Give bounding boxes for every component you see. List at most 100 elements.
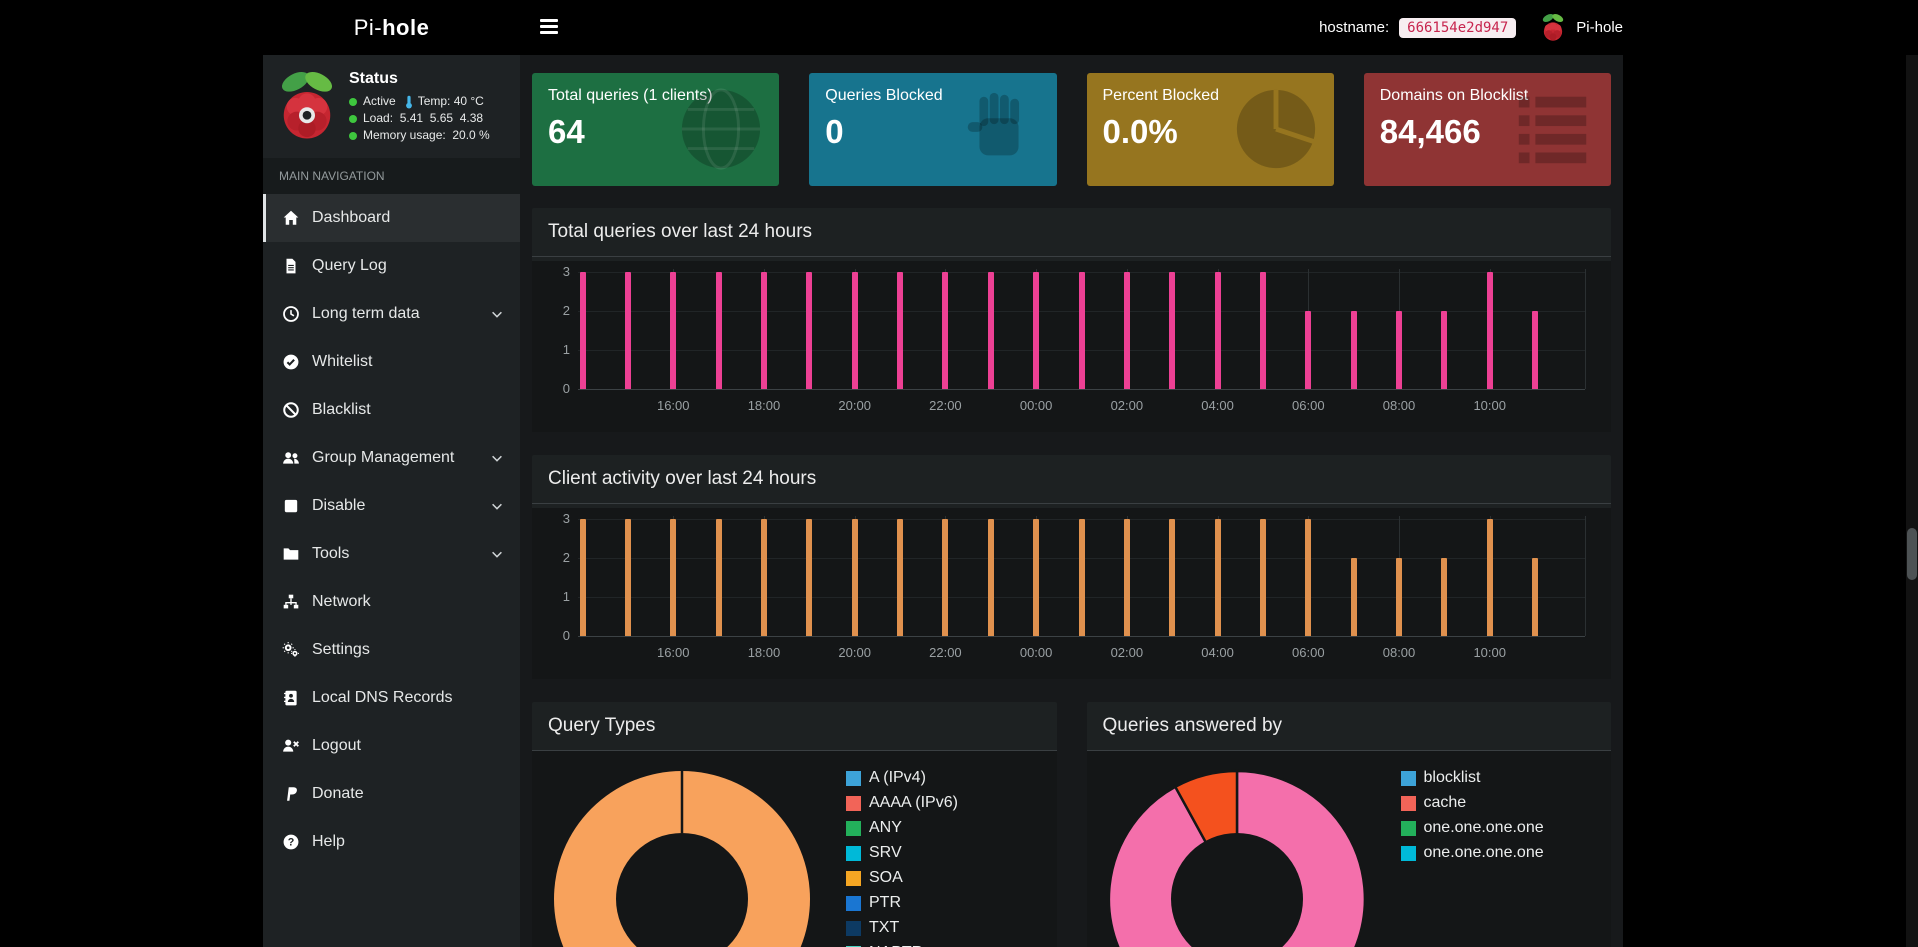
bar[interactable]: [716, 272, 722, 389]
sidebar-item-logout[interactable]: Logout: [263, 722, 520, 770]
bar[interactable]: [1396, 311, 1402, 389]
sidebar-toggle-button[interactable]: [538, 17, 560, 37]
bar[interactable]: [716, 519, 722, 636]
legend-item[interactable]: PTR: [846, 894, 958, 912]
sidebar-item-whitelist[interactable]: Whitelist: [263, 338, 520, 386]
bar[interactable]: [1260, 272, 1266, 389]
legend-item[interactable]: A (IPv4): [846, 769, 958, 787]
sidebar-item-disable[interactable]: Disable: [263, 482, 520, 530]
bar[interactable]: [1487, 519, 1493, 636]
panel-title: Queries answered by: [1103, 715, 1283, 737]
list-icon: [1509, 85, 1597, 173]
x-tick-label: 20:00: [829, 645, 881, 660]
sidebar-item-settings[interactable]: Settings: [263, 626, 520, 674]
legend-item[interactable]: ANY: [846, 819, 958, 837]
status-ok-dot: [349, 132, 357, 140]
scrollbar-thumb[interactable]: [1907, 528, 1917, 580]
bar[interactable]: [806, 519, 812, 636]
client-activity-chart[interactable]: 012316:0018:0020:0022:0000:0002:0004:000…: [548, 508, 1595, 668]
bar[interactable]: [1351, 558, 1357, 636]
bar[interactable]: [1441, 311, 1447, 389]
top-navbar: Pi-hole hostname: 666154e2d947 Pi-hole: [0, 0, 1918, 55]
bar[interactable]: [942, 519, 948, 636]
legend-item[interactable]: SRV: [846, 844, 958, 862]
bar[interactable]: [1215, 272, 1221, 389]
sidebar-item-donate[interactable]: Donate: [263, 770, 520, 818]
bar[interactable]: [1441, 558, 1447, 636]
question-circle-icon: ?: [282, 833, 300, 851]
legend-swatch: [846, 821, 861, 836]
legend-item[interactable]: one.one.one.one: [1401, 844, 1544, 862]
bar[interactable]: [761, 272, 767, 389]
bar[interactable]: [806, 272, 812, 389]
legend-label: TXT: [869, 919, 899, 937]
legend-item[interactable]: SOA: [846, 869, 958, 887]
panel-queries-answered-by: Queries answered by blocklist cache one.on…: [1087, 702, 1612, 947]
sidebar-item-label: Disable: [312, 497, 490, 515]
sidebar-item-query-log[interactable]: Query Log: [263, 242, 520, 290]
bar[interactable]: [1169, 272, 1175, 389]
legend-item[interactable]: cache: [1401, 794, 1544, 812]
bar[interactable]: [1487, 272, 1493, 389]
brand-text-pre: Pi-: [354, 15, 382, 40]
bar[interactable]: [1351, 311, 1357, 389]
bar[interactable]: [1079, 272, 1085, 389]
legend-item[interactable]: one.one.one.one: [1401, 819, 1544, 837]
sidebar-item-dashboard[interactable]: Dashboard: [263, 194, 520, 242]
bar[interactable]: [988, 272, 994, 389]
sidebar-item-local-dns-records[interactable]: Local DNS Records: [263, 674, 520, 722]
bar[interactable]: [1532, 558, 1538, 636]
sidebar-item-label: Whitelist: [312, 353, 504, 371]
legend-item[interactable]: blocklist: [1401, 769, 1544, 787]
bar[interactable]: [897, 519, 903, 636]
svg-text:?: ?: [288, 837, 295, 849]
bar[interactable]: [1033, 272, 1039, 389]
bar[interactable]: [625, 519, 631, 636]
sidebar-item-network[interactable]: Network: [263, 578, 520, 626]
sidebar-item-help[interactable]: ?Help: [263, 818, 520, 866]
sidebar-item-label: Dashboard: [312, 209, 504, 227]
bar[interactable]: [1124, 272, 1130, 389]
sidebar-item-label: Logout: [312, 737, 504, 755]
legend-item[interactable]: AAAA (IPv6): [846, 794, 958, 812]
query-types-donut-chart[interactable]: [542, 759, 822, 947]
ban-icon: [282, 401, 300, 419]
bar[interactable]: [625, 272, 631, 389]
bar[interactable]: [1215, 519, 1221, 636]
queries-answered-donut-chart[interactable]: [1097, 759, 1377, 947]
bar[interactable]: [897, 272, 903, 389]
bar[interactable]: [942, 272, 948, 389]
y-tick-label: 0: [548, 628, 570, 643]
sidebar-item-blacklist[interactable]: Blacklist: [263, 386, 520, 434]
sidebar-item-long-term-data[interactable]: Long term data: [263, 290, 520, 338]
panel-total-queries: Total queries over last 24 hours 012316:…: [532, 208, 1611, 428]
sidebar: Status ActiveTemp: 40 °C Load: 5.41 5.65…: [263, 55, 520, 947]
bar[interactable]: [1260, 519, 1266, 636]
bar[interactable]: [580, 272, 586, 389]
scrollbar-track[interactable]: [1906, 0, 1918, 947]
bar[interactable]: [1305, 311, 1311, 389]
bar[interactable]: [1396, 558, 1402, 636]
brand-logo[interactable]: Pi-hole: [263, 0, 520, 55]
total-queries-chart[interactable]: 012316:0018:0020:0022:0000:0002:0004:000…: [548, 261, 1595, 421]
bar[interactable]: [1532, 311, 1538, 389]
bar[interactable]: [670, 272, 676, 389]
bar[interactable]: [1124, 519, 1130, 636]
bar[interactable]: [580, 519, 586, 636]
bar[interactable]: [852, 272, 858, 389]
bar[interactable]: [1169, 519, 1175, 636]
check-circle-icon: [282, 353, 300, 371]
legend-item[interactable]: TXT: [846, 919, 958, 937]
legend-swatch: [1401, 821, 1416, 836]
bar[interactable]: [1079, 519, 1085, 636]
bar[interactable]: [852, 519, 858, 636]
bar[interactable]: [1305, 519, 1311, 636]
brand-text-bold: hole: [382, 15, 429, 40]
sidebar-item-group-management[interactable]: Group Management: [263, 434, 520, 482]
bar[interactable]: [988, 519, 994, 636]
sidebar-item-tools[interactable]: Tools: [263, 530, 520, 578]
bar[interactable]: [670, 519, 676, 636]
bar[interactable]: [1033, 519, 1039, 636]
bar[interactable]: [761, 519, 767, 636]
status-active-label: Active: [363, 93, 396, 110]
